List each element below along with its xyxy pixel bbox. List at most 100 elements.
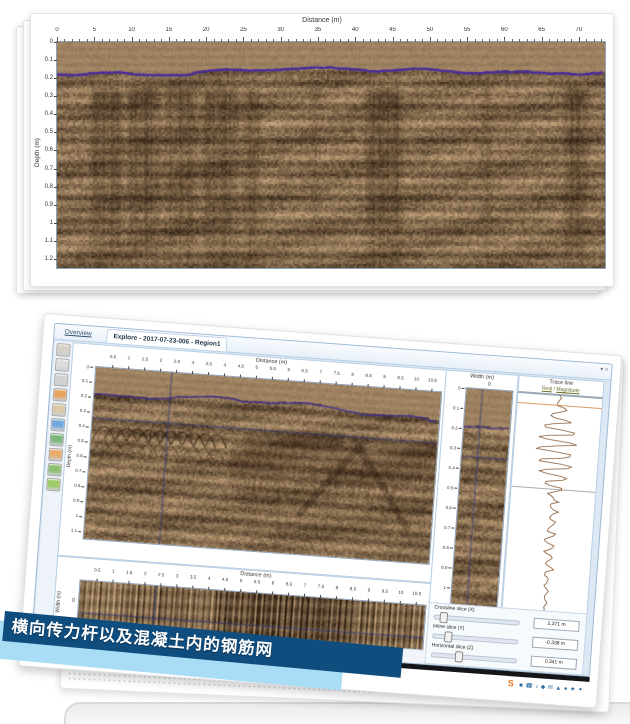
axis-minor-tick: [236, 39, 237, 42]
export-view-icon[interactable]: [46, 478, 61, 492]
axis-tick-label: 4: [219, 362, 231, 368]
zoom-tool-icon[interactable]: [54, 373, 69, 387]
axis-minor-tick: [400, 39, 401, 42]
top-radargram-image[interactable]: [57, 42, 605, 268]
qq-icon[interactable]: ■: [519, 683, 523, 689]
axis-minor-tick: [370, 39, 371, 42]
axis-tick-label: 0.5: [91, 567, 103, 573]
axis-tick-mark: [54, 241, 57, 242]
axis-minor-tick: [161, 39, 162, 42]
axis-tick-mark: [54, 169, 57, 170]
axis-tick-label: 0.1: [75, 378, 88, 384]
crossline-radargram-image[interactable]: [84, 367, 442, 564]
axis-minor-tick: [527, 39, 528, 42]
axis-tick-label: 0.5: [440, 484, 453, 490]
layers-tool-icon[interactable]: [51, 403, 66, 417]
axis-minor-tick: [549, 39, 550, 42]
axis-tick-label: 60: [499, 27, 509, 33]
skype-icon[interactable]: ◆: [541, 684, 546, 690]
axis-minor-tick: [102, 39, 103, 42]
axis-tick-label: 2.5: [171, 358, 183, 364]
slice-slider-thumb[interactable]: [439, 612, 448, 624]
pan-tool-icon[interactable]: [56, 343, 71, 357]
axis-tick-label: 3.5: [203, 361, 215, 367]
axis-minor-tick: [146, 39, 147, 42]
axis-tick-label: 0.5: [71, 438, 84, 444]
mail-icon[interactable]: ✉: [548, 685, 553, 691]
axis-tick-label: 3: [171, 573, 183, 579]
slice-label: Horizontal slice (Z): [431, 642, 473, 651]
axis-minor-tick: [310, 39, 311, 42]
axis-tick-label: 0.8: [35, 184, 53, 190]
axis-tick-label: 70: [574, 27, 584, 33]
width-panel-title: Width (m): [446, 372, 517, 383]
axis-minor-tick: [64, 39, 65, 42]
axis-tick-label: 9: [378, 374, 390, 380]
axis-minor-tick: [94, 39, 95, 42]
axis-tick-mark: [451, 527, 454, 528]
cart-icon[interactable]: ★: [570, 687, 576, 693]
axis-tick-label: 3.5: [187, 574, 199, 580]
axis-tick-mark: [304, 594, 305, 597]
gallery-icon[interactable]: ▲: [555, 685, 561, 691]
phone-icon[interactable]: ☎: [525, 683, 533, 690]
axis-tick-mark: [448, 567, 451, 568]
axis-tick-mark: [320, 595, 321, 598]
axis-minor-tick: [489, 39, 490, 42]
axis-tick-label: 9.5: [379, 588, 391, 594]
axis-tick-label: 0.5: [107, 354, 119, 360]
axis-tick-label: 0.2: [445, 424, 458, 430]
axis-tick-label: 0.3: [35, 93, 53, 99]
axis-tick-mark: [459, 428, 462, 429]
axis-minor-tick: [504, 39, 505, 42]
slice-controls-panel: Crossline slice (X)2.371 mInline slice (…: [424, 602, 587, 675]
window-controls[interactable]: ▾ ×: [600, 366, 609, 374]
axis-tick-label: 0.7: [68, 467, 81, 473]
axis-tick-label: 10: [127, 27, 137, 33]
slice-view-icon[interactable]: [48, 448, 63, 462]
axis-minor-tick: [117, 39, 118, 42]
axis-tick-mark: [54, 223, 57, 224]
axis-tick-label: 10.5: [426, 377, 438, 383]
axis-tick-mark: [54, 150, 57, 151]
axis-tick-mark: [450, 547, 453, 548]
axis-tick-mark: [457, 448, 460, 449]
axis-tick-mark: [368, 599, 369, 602]
axis-minor-tick: [221, 39, 222, 42]
grid-view-icon[interactable]: [47, 463, 62, 477]
axis-tick-label: 7.5: [330, 370, 342, 376]
axis-tick-label: 1.2: [35, 256, 53, 262]
axis-tick-label: 1: [123, 355, 135, 361]
axis-tick-label: 7: [315, 369, 327, 375]
music-icon[interactable]: ♪: [535, 684, 538, 690]
axis-minor-tick: [460, 39, 461, 42]
measure-tool-icon[interactable]: [53, 388, 68, 402]
slice-slider-thumb[interactable]: [444, 631, 453, 643]
lineview-icon[interactable]: [49, 433, 64, 447]
axis-minor-tick: [393, 39, 394, 42]
axis-minor-tick: [72, 39, 73, 42]
axis-tick-mark: [87, 411, 90, 412]
user-icon[interactable]: ●: [564, 686, 568, 692]
axis-tick-label: 8: [346, 371, 358, 377]
site-logo[interactable]: S: [508, 678, 515, 688]
axis-minor-tick: [325, 39, 326, 42]
axis-minor-tick: [363, 39, 364, 42]
axis-tick-label: 1.5: [123, 570, 135, 576]
trace-wiggle-plot[interactable]: [501, 393, 600, 630]
axis-tick-mark: [352, 597, 353, 600]
select-tool-icon[interactable]: [55, 358, 70, 372]
axis-tick-label: 50: [425, 27, 435, 33]
tab-overview[interactable]: Overview: [58, 325, 98, 341]
slice-slider[interactable]: [431, 652, 517, 663]
axis-tick-mark: [54, 132, 57, 133]
wrench-icon[interactable]: ✦: [578, 687, 583, 693]
axis-tick-label: 2.5: [155, 572, 167, 578]
axis-minor-tick: [519, 39, 520, 42]
axis-tick-mark: [86, 426, 89, 427]
slice-slider-thumb[interactable]: [455, 651, 464, 663]
slice-value-box[interactable]: 0.341 m: [530, 656, 577, 670]
depth-view-icon[interactable]: [50, 418, 65, 432]
axis-tick-label: 6: [283, 367, 295, 373]
axis-tick-mark: [84, 456, 87, 457]
